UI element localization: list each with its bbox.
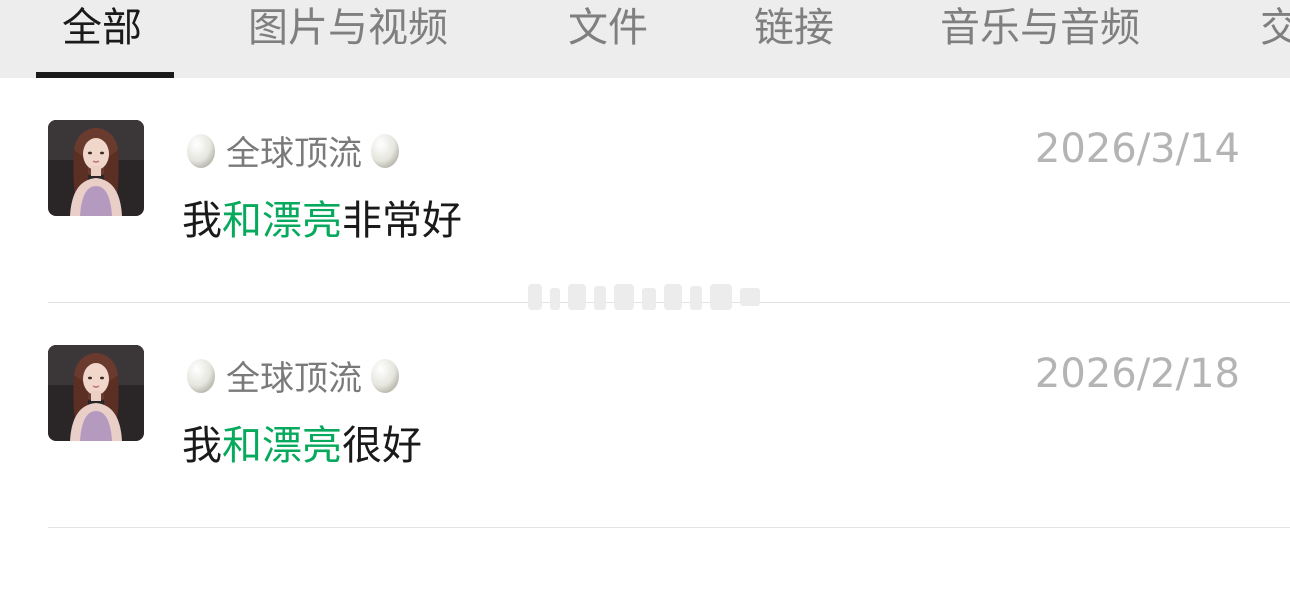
message-text: 我和漂亮很好 <box>182 413 422 471</box>
message-date: 2026/2/18 <box>1034 351 1240 397</box>
message-text-before: 我 <box>182 198 222 244</box>
message-date: 2026/3/14 <box>1034 126 1240 172</box>
tab-bar: 全部 图片与视频 文件 链接 音乐与音频 交 <box>0 0 1290 78</box>
message-text-before: 我 <box>182 423 222 469</box>
divider <box>48 527 1290 528</box>
avatar[interactable] <box>48 120 144 216</box>
tab-transactions[interactable]: 交 <box>1260 0 1290 56</box>
search-highlight: 和漂亮 <box>222 198 342 244</box>
tab-all[interactable]: 全部 <box>62 0 142 56</box>
sender-name: 全球顶流 <box>226 358 362 399</box>
avatar[interactable] <box>48 345 144 441</box>
search-highlight: 和漂亮 <box>222 423 342 469</box>
tab-music-audio[interactable]: 音乐与音频 <box>940 0 1140 56</box>
sender-name: 全球顶流 <box>226 133 362 174</box>
avatar-image <box>48 345 144 441</box>
sender-row: 全球顶流 <box>186 353 400 399</box>
tab-images-videos[interactable]: 图片与视频 <box>248 0 448 56</box>
tab-files[interactable]: 文件 <box>568 0 648 56</box>
egg-icon <box>371 134 399 168</box>
avatar-image <box>48 120 144 216</box>
message-text-after: 很好 <box>342 423 422 469</box>
search-result-item[interactable]: 全球顶流 2026/3/14 我和漂亮非常好 <box>0 78 1290 304</box>
egg-icon <box>371 359 399 393</box>
message-text: 我和漂亮非常好 <box>182 188 462 246</box>
tab-links[interactable]: 链接 <box>754 0 834 56</box>
search-result-item[interactable]: 全球顶流 2026/2/18 我和漂亮很好 <box>0 303 1290 529</box>
egg-icon <box>187 359 215 393</box>
sender-row: 全球顶流 <box>186 128 400 174</box>
egg-icon <box>187 134 215 168</box>
message-text-after: 非常好 <box>342 198 462 244</box>
